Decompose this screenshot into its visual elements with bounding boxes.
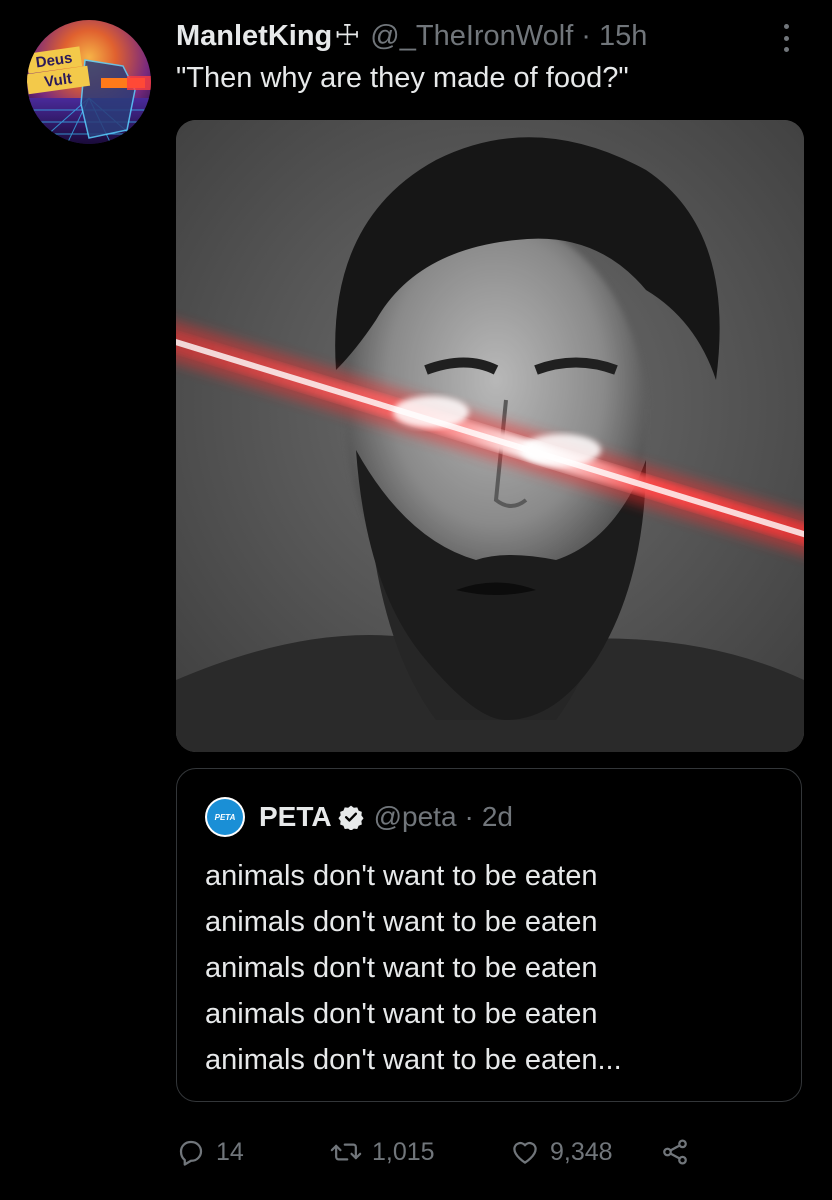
like-button[interactable]: 9,348 <box>510 1137 660 1167</box>
user-handle[interactable]: @_TheIronWolf <box>370 20 573 53</box>
retweet-button[interactable]: 1,015 <box>330 1137 510 1167</box>
retweet-icon <box>330 1143 362 1161</box>
reply-count: 14 <box>216 1137 244 1166</box>
reply-button[interactable]: 14 <box>176 1137 330 1167</box>
quoted-line: animals don't want to be eaten <box>205 998 598 1030</box>
tweet-image[interactable] <box>176 120 804 752</box>
verified-icon <box>338 804 364 830</box>
quoted-tweet-header: PETA PETA @peta · 2d <box>205 797 513 837</box>
quoted-line: animals don't want to be eaten <box>205 952 598 984</box>
tweet-actions: 14 1,015 9,348 <box>176 1130 690 1174</box>
quoted-tweet[interactable]: PETA PETA @peta · 2d animals don't want … <box>176 768 802 1102</box>
quoted-tweet-timestamp[interactable]: 2d <box>482 801 513 833</box>
quoted-line: animals don't want to be eaten <box>205 860 598 892</box>
quoted-header-separator: · <box>464 801 474 832</box>
peta-logo: PETA <box>207 799 243 835</box>
like-count: 9,348 <box>550 1137 613 1166</box>
name-symbol: ☩ <box>334 20 361 52</box>
tweet-text: "Then why are they made of food?" <box>176 62 629 94</box>
share-button[interactable] <box>660 1137 690 1167</box>
tweet-header: ManletKing ☩ @_TheIronWolf · 15h <box>176 18 647 58</box>
user-display-name[interactable]: ManletKing <box>176 20 332 53</box>
header-separator: · <box>581 20 591 52</box>
retweet-count: 1,015 <box>372 1137 435 1166</box>
tweet[interactable]: Deus Vult ManletKing ☩ @_TheIronWolf · 1… <box>0 0 832 1200</box>
more-icon[interactable] <box>772 22 800 54</box>
user-avatar[interactable]: Deus Vult <box>27 20 151 144</box>
quoted-line: animals don't want to be eaten... <box>205 1044 622 1076</box>
quoted-user-display-name[interactable]: PETA <box>259 801 332 833</box>
quoted-tweet-text: animals don't want to be eaten animals d… <box>205 853 622 1083</box>
reply-icon <box>179 1140 203 1166</box>
quoted-user-handle[interactable]: @peta <box>374 801 457 833</box>
tweet-timestamp[interactable]: 15h <box>599 20 647 53</box>
quoted-user-avatar[interactable]: PETA <box>205 797 245 837</box>
like-icon <box>513 1141 537 1164</box>
quoted-line: animals don't want to be eaten <box>205 906 598 938</box>
share-icon <box>663 1139 687 1165</box>
